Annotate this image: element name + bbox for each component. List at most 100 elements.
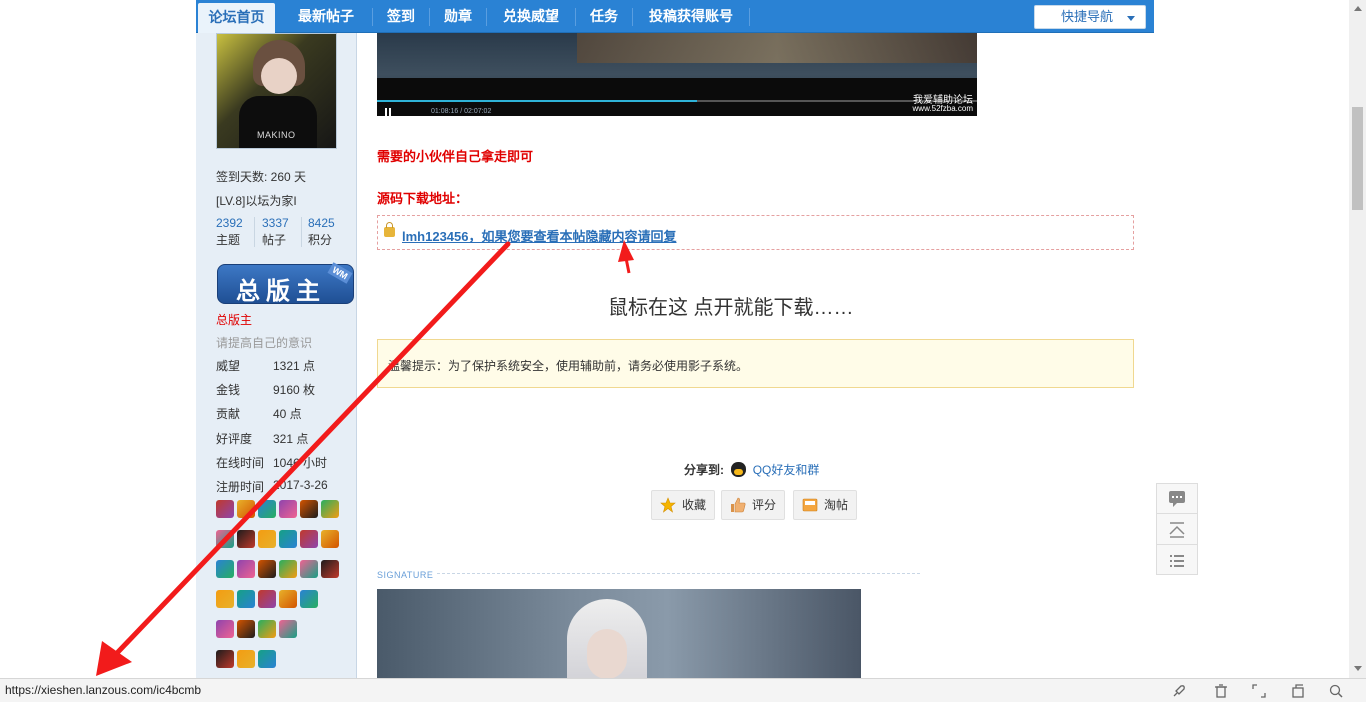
lock-icon [384, 222, 395, 237]
rate-button[interactable]: 评分 [721, 490, 786, 520]
medal-icon[interactable] [258, 650, 276, 668]
signature-divider: SIGNATURE [377, 567, 920, 580]
video-progress-bar[interactable] [377, 100, 977, 102]
medal-icon[interactable] [258, 560, 276, 578]
medal-icon[interactable] [321, 560, 339, 578]
medal-icon[interactable] [216, 560, 234, 578]
medal-icon[interactable] [216, 530, 234, 548]
tab-latest-posts[interactable]: 最新帖子 [283, 0, 369, 33]
medal-icon[interactable] [279, 620, 297, 638]
video-player[interactable]: 01:08:16 / 02:07:02 我爱辅助论坛 www.52fzba.co… [377, 33, 977, 116]
nav-divider [632, 8, 633, 26]
field-value: 40 点 [273, 407, 302, 421]
stat-label: 主题 [216, 233, 241, 247]
status-url: https://xieshen.lanzous.com/ic4bcmb [5, 683, 202, 697]
nav-divider [575, 8, 576, 26]
scroll-up-icon[interactable] [1354, 6, 1362, 11]
trash-icon[interactable] [1213, 683, 1229, 699]
medal-icon[interactable] [279, 560, 297, 578]
medal-icon[interactable] [321, 530, 339, 548]
medal-icon[interactable] [300, 590, 318, 608]
medal-icon[interactable] [216, 500, 234, 518]
field-value: 1321 点 [273, 359, 316, 373]
medal-icon[interactable] [258, 620, 276, 638]
back-to-top-icon[interactable] [1157, 515, 1197, 545]
medal-icon[interactable] [279, 590, 297, 608]
video-watermark-url: www.52fzba.com [912, 104, 973, 113]
favorite-button[interactable]: 收藏 [651, 490, 716, 520]
rank-title[interactable]: 总版主 [216, 311, 252, 328]
quick-nav-dropdown[interactable]: 快捷导航 [1034, 5, 1146, 29]
hidden-content-link[interactable]: lmh123456，如果您要查看本帖隐藏内容请回复 [402, 226, 677, 245]
nav-divider [429, 8, 430, 26]
stat-label: 积分 [308, 233, 333, 247]
field-label: 贡献 [216, 407, 241, 421]
field-value: 1046 小时 [273, 456, 328, 470]
pause-icon[interactable] [385, 108, 391, 116]
qq-icon[interactable] [731, 462, 747, 477]
field-label: 在线时间 [216, 456, 265, 470]
window-icon[interactable] [1290, 683, 1306, 699]
collect-post-label: 淘帖 [824, 498, 849, 512]
medal-icon[interactable] [237, 590, 255, 608]
scroll-thumb[interactable] [1352, 107, 1363, 210]
medal-icon[interactable] [300, 560, 318, 578]
share-row: 分享到: QQ好友和群 [684, 461, 819, 478]
medal-icon[interactable] [237, 560, 255, 578]
medal-grid [216, 500, 346, 702]
user-motto: 请提高自己的意识 [216, 336, 313, 350]
medal-icon[interactable] [216, 620, 234, 638]
scroll-down-icon[interactable] [1354, 666, 1362, 671]
user-level: [LV.8]以坛为家I [216, 194, 297, 208]
field-label: 好评度 [216, 432, 253, 446]
search-icon[interactable] [1328, 683, 1344, 699]
medal-icon[interactable] [237, 620, 255, 638]
medal-icon[interactable] [216, 590, 234, 608]
stat-label: 帖子 [262, 233, 287, 247]
medal-icon[interactable] [321, 500, 339, 518]
rate-label: 评分 [752, 498, 777, 512]
medal-icon[interactable] [300, 500, 318, 518]
tab-forum-home[interactable]: 论坛首页 [198, 3, 275, 33]
stat-points[interactable]: 8425 积分 [303, 215, 348, 249]
hidden-content-box: lmh123456，如果您要查看本帖隐藏内容请回复 [377, 215, 1134, 250]
medal-icon[interactable] [300, 530, 318, 548]
medal-icon[interactable] [279, 500, 297, 518]
post-text-line: 需要的小伙伴自己拿走即可 [377, 149, 534, 164]
comment-icon[interactable] [1157, 484, 1197, 514]
stat-posts[interactable]: 3337 帖子 [257, 215, 302, 249]
tab-exchange-prestige[interactable]: 兑换威望 [488, 0, 574, 33]
medal-icon[interactable] [258, 590, 276, 608]
field-value: 9160 枚 [273, 383, 316, 397]
share-qq-link[interactable]: QQ好友和群 [753, 463, 820, 477]
chevron-down-icon [1127, 16, 1135, 21]
annotation-hint: 鼠标在这 点开就能下载…… [608, 297, 854, 319]
post-content: 01:08:16 / 02:07:02 我爱辅助论坛 www.52fzba.co… [357, 33, 1154, 702]
medal-icon[interactable] [237, 500, 255, 518]
collect-post-button[interactable]: 淘帖 [793, 490, 858, 520]
tab-medals[interactable]: 勋章 [431, 0, 485, 33]
tab-tasks[interactable]: 任务 [577, 0, 631, 33]
tray-icon [802, 498, 818, 512]
medal-icon[interactable] [237, 530, 255, 548]
author-sidebar: MAKINO 签到天数: 260 天 [LV.8]以坛为家I 2392 主题 3… [196, 33, 357, 702]
medal-icon[interactable] [237, 650, 255, 668]
field-value: 321 点 [273, 432, 309, 446]
medal-icon[interactable] [216, 650, 234, 668]
tab-submit-account[interactable]: 投稿获得账号 [634, 0, 748, 33]
star-icon [660, 497, 676, 513]
medal-icon[interactable] [258, 530, 276, 548]
medal-icon[interactable] [279, 530, 297, 548]
user-stats: 2392 主题 3337 帖子 8425 积分 [211, 215, 346, 251]
forum-post-page: 论坛首页 最新帖子 签到 勋章 兑换威望 任务 投稿获得账号 快捷导航 MAKI… [0, 0, 1366, 702]
tab-sign-in[interactable]: 签到 [374, 0, 428, 33]
page-scrollbar[interactable] [1349, 0, 1366, 678]
avatar[interactable]: MAKINO [216, 33, 337, 149]
fullscreen-icon[interactable] [1251, 683, 1267, 699]
list-icon[interactable] [1157, 546, 1197, 576]
medal-icon[interactable] [258, 500, 276, 518]
rocket-icon[interactable] [1171, 683, 1187, 699]
nav-divider [486, 8, 487, 26]
stat-topics[interactable]: 2392 主题 [211, 215, 256, 249]
favorite-label: 收藏 [682, 498, 707, 512]
